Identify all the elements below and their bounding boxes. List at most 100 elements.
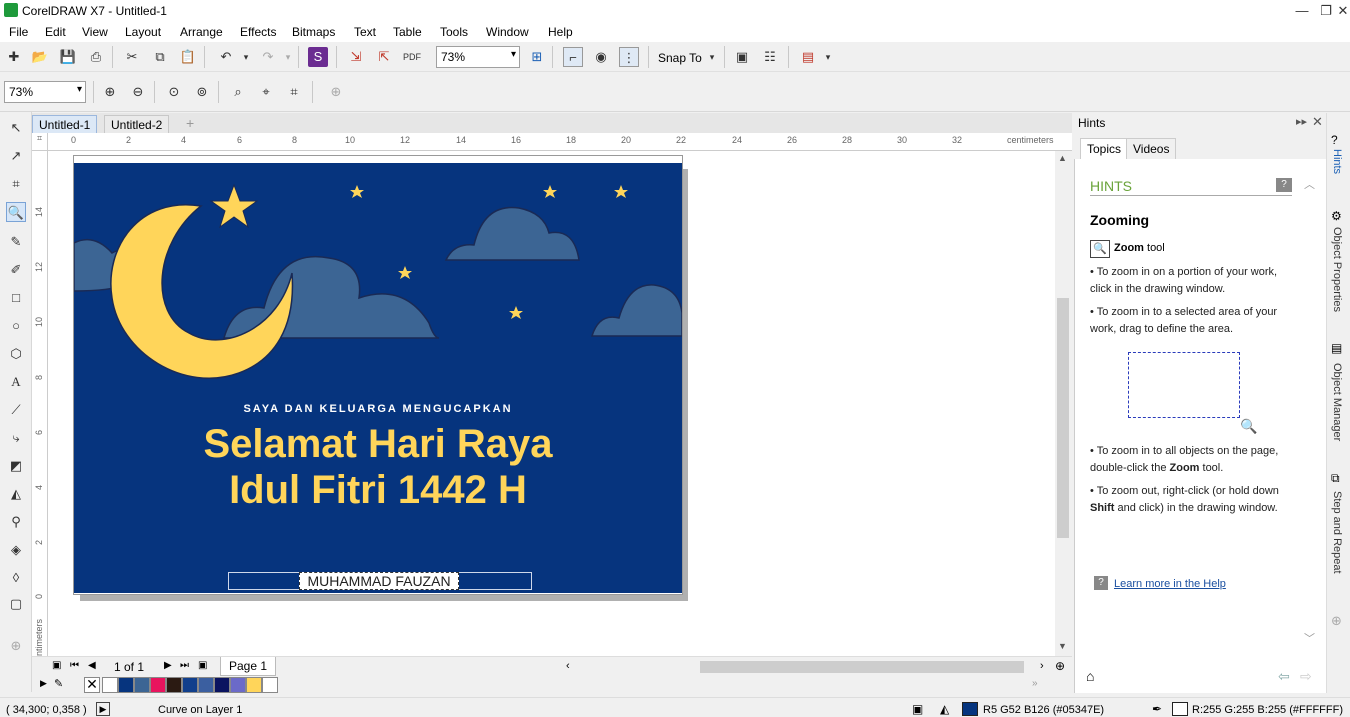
application-launcher-icon[interactable]: ▤ [798, 47, 818, 67]
print-icon[interactable]: ⎙ [86, 47, 106, 67]
show-grid-icon[interactable]: ◉ [591, 47, 611, 67]
publish-pdf-icon[interactable]: PDF [402, 47, 422, 67]
add-page-icon[interactable]: ▣ [198, 660, 207, 671]
save-icon[interactable]: 💾 [58, 47, 78, 67]
paste-icon[interactable]: 📋 [178, 47, 198, 67]
navigator-icon[interactable]: ⊕ [1055, 659, 1065, 673]
color-swatch[interactable] [102, 677, 118, 693]
docker-scroll-up-icon[interactable]: ︿ [1304, 176, 1315, 192]
greeting-card[interactable]: SAYA DAN KELUARGA MENGUCAPKAN Selamat Ha… [74, 163, 682, 593]
color-swatch[interactable] [166, 677, 182, 693]
crop-tool-icon[interactable]: ⌗ [6, 174, 26, 194]
outline-color-swatch[interactable] [1172, 702, 1188, 716]
new-document-icon[interactable]: ✚ [4, 47, 24, 67]
palette-menu-icon[interactable]: ▶ [40, 678, 47, 689]
outline-tool-icon[interactable]: ▢ [6, 594, 26, 614]
tab-untitled-1[interactable]: Untitled-1 [32, 115, 98, 133]
add-docker-icon[interactable]: ⊕ [1331, 613, 1342, 629]
pick-tool-icon[interactable]: ↖ [6, 118, 26, 138]
tab-topics[interactable]: Topics [1080, 138, 1129, 159]
color-swatch[interactable] [230, 677, 246, 693]
menu-help[interactable]: Help [548, 25, 573, 39]
side-tab-object-manager[interactable]: Object Manager [1331, 363, 1343, 441]
copy-icon[interactable]: ⧉ [150, 47, 170, 67]
color-swatch[interactable] [246, 677, 262, 693]
tab-untitled-2[interactable]: Untitled-2 [104, 115, 170, 133]
horizontal-scroll-thumb[interactable] [700, 661, 1024, 673]
connector-tool-icon[interactable]: ⤷ [6, 428, 26, 448]
expand-docker-icon[interactable]: ▸▸ [1296, 115, 1307, 128]
eyedropper-icon[interactable]: ✎ [54, 677, 63, 690]
full-screen-preview-icon[interactable]: ⊞ [527, 47, 547, 67]
parallel-dimension-tool-icon[interactable]: ⟋ [6, 400, 26, 420]
color-swatch[interactable] [150, 677, 166, 693]
menu-tools[interactable]: Tools [440, 25, 468, 39]
menu-layout[interactable]: Layout [125, 25, 161, 39]
color-swatch[interactable] [262, 677, 278, 693]
scroll-up-icon[interactable]: ▲ [1058, 153, 1067, 163]
tab-videos[interactable]: Videos [1126, 138, 1177, 159]
snap-to-button[interactable]: Snap To [658, 51, 702, 65]
menu-file[interactable]: File [9, 25, 28, 39]
zoom-to-selected-icon[interactable]: ⊙ [164, 82, 184, 102]
previous-page-icon[interactable]: ◀ [88, 660, 96, 671]
color-swatch[interactable] [134, 677, 150, 693]
zoom-tool-icon[interactable]: 🔍 [6, 202, 26, 222]
side-tab-step-and-repeat[interactable]: Step and Repeat [1331, 491, 1343, 574]
add-tab-icon[interactable]: + [186, 115, 194, 131]
polygon-tool-icon[interactable]: ⬡ [6, 344, 26, 364]
property-zoom-combo[interactable]: 73% ▾ [4, 81, 86, 103]
transparency-tool-icon[interactable]: ◭ [6, 484, 26, 504]
home-icon[interactable]: ⌂ [1086, 668, 1094, 684]
freehand-tool-icon[interactable]: ✎ [6, 232, 26, 252]
no-fill-swatch[interactable]: ✕ [84, 677, 100, 693]
page-options-icon[interactable]: ▣ [52, 660, 61, 671]
drop-shadow-tool-icon[interactable]: ◩ [6, 456, 26, 476]
zoom-to-page-icon[interactable]: ⌕ [228, 82, 248, 102]
zoom-in-icon[interactable]: ⊕ [100, 82, 120, 102]
menu-bitmaps[interactable]: Bitmaps [292, 25, 335, 39]
open-icon[interactable]: 📂 [30, 47, 50, 67]
next-page-icon[interactable]: ▶ [164, 660, 172, 671]
menu-effects[interactable]: Effects [240, 25, 276, 39]
menu-view[interactable]: View [82, 25, 108, 39]
ellipse-tool-icon[interactable]: ○ [6, 316, 26, 336]
color-proofing-icon[interactable]: ▣ [912, 702, 923, 716]
vertical-ruler[interactable]: 14 12 10 8 6 4 2 0 centimeters [32, 151, 48, 656]
smart-fill-tool-icon[interactable]: ◊ [6, 568, 26, 588]
menu-table[interactable]: Table [393, 25, 422, 39]
undo-icon[interactable]: ↶ [216, 47, 236, 67]
close-button[interactable]: ✕ [1336, 0, 1350, 22]
zoom-to-page-height-icon[interactable]: ⌗ [284, 82, 304, 102]
docker-scroll-down-icon[interactable]: ﹀ [1304, 630, 1315, 646]
snap-to-dropdown-icon[interactable]: ▾ [702, 47, 722, 67]
redo-dropdown-icon[interactable]: ▾ [278, 47, 298, 67]
forward-icon[interactable]: ⇨ [1300, 668, 1312, 685]
show-rulers-icon[interactable]: ⌐ [563, 47, 583, 67]
palette-scroll-right-icon[interactable]: » [1032, 678, 1038, 689]
color-swatch[interactable] [198, 677, 214, 693]
color-swatch[interactable] [118, 677, 134, 693]
cut-icon[interactable]: ✂ [122, 47, 142, 67]
menu-arrange[interactable]: Arrange [180, 25, 223, 39]
redo-icon[interactable]: ↷ [258, 47, 278, 67]
options-icon[interactable]: ☷ [760, 47, 780, 67]
name-text[interactable]: MUHAMMAD FAUZAN [299, 572, 459, 590]
last-page-icon[interactable]: ⏭ [180, 660, 189, 671]
add-tool-icon[interactable]: ⊕ [6, 636, 26, 656]
first-page-icon[interactable]: ⏮ [70, 660, 79, 671]
shape-tool-icon[interactable]: ↗ [6, 146, 26, 166]
menu-edit[interactable]: Edit [45, 25, 66, 39]
search-content-icon[interactable]: S [308, 47, 328, 67]
interactive-fill-tool-icon[interactable]: ◈ [6, 540, 26, 560]
close-docker-icon[interactable]: ✕ [1312, 114, 1323, 130]
show-guidelines-icon[interactable]: ⋮ [619, 47, 639, 67]
artistic-media-tool-icon[interactable]: ✐ [6, 260, 26, 280]
status-expand-icon[interactable]: ▶ [96, 702, 110, 716]
zoom-out-icon[interactable]: ⊖ [128, 82, 148, 102]
vertical-scroll-thumb[interactable] [1057, 298, 1069, 538]
ruler-origin-icon[interactable]: ⌗ [32, 133, 48, 151]
help-link[interactable]: Learn more in the Help [1114, 578, 1226, 590]
horizontal-ruler[interactable]: 0 2 4 6 8 10 12 14 16 18 20 22 24 26 28 … [32, 133, 1072, 151]
menu-text[interactable]: Text [354, 25, 376, 39]
